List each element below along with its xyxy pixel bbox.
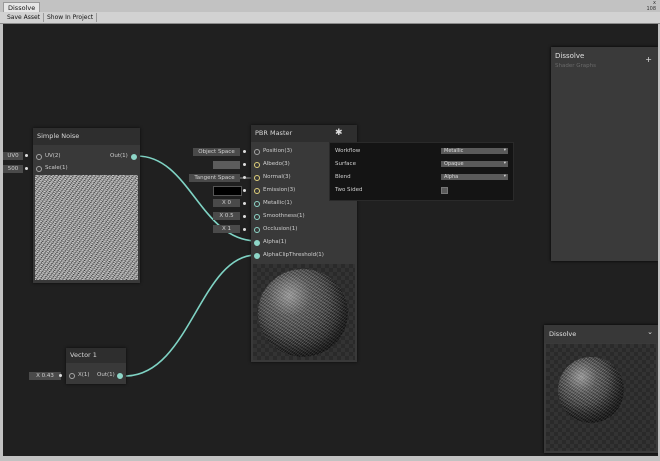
occlusion-port[interactable] xyxy=(254,227,260,233)
surface-dropdown[interactable]: Opaque ▾ xyxy=(441,161,508,167)
albedo-port[interactable] xyxy=(254,162,260,168)
metallic-port[interactable] xyxy=(254,201,260,207)
emission-connector-dot xyxy=(243,189,246,192)
normal-port[interactable] xyxy=(254,175,260,181)
occlusion-connector-dot xyxy=(243,228,246,231)
vector1-x-port[interactable] xyxy=(69,373,75,379)
uv-port-label: UV(2) xyxy=(45,153,61,159)
vector1-output-label: Out(1) xyxy=(97,372,115,378)
emission-color-field[interactable] xyxy=(213,186,242,196)
position-space-dropdown[interactable]: Object Space xyxy=(193,148,240,156)
main-preview-panel: Dissolve ⌄ xyxy=(544,325,658,453)
main-preview-header: Dissolve ⌄ xyxy=(544,325,658,343)
noise-output-label: Out(1) xyxy=(110,153,128,159)
workflow-label: Workflow xyxy=(335,148,361,154)
uv-port[interactable] xyxy=(36,154,42,160)
normal-connector-dot xyxy=(243,176,246,179)
smoothness-port[interactable] xyxy=(254,214,260,220)
simple-noise-title: Simple Noise xyxy=(33,128,140,145)
occlusion-label: Occlusion(1) xyxy=(263,226,298,232)
simple-noise-node[interactable]: Simple Noise UV(2) Scale(1) Out(1) xyxy=(33,128,140,283)
position-connector-dot xyxy=(243,150,246,153)
blackboard-subtitle: Shader Graphs xyxy=(555,63,596,69)
position-label: Position(3) xyxy=(263,148,293,154)
vector1-connector-dot xyxy=(59,374,62,377)
surface-chevron-icon: ▾ xyxy=(503,161,506,166)
vector1-output-port[interactable] xyxy=(117,373,123,379)
vector1-node[interactable]: Vector 1 X(1) Out(1) xyxy=(66,348,126,384)
blend-label: Blend xyxy=(335,174,351,180)
vector1-x-label: X(1) xyxy=(78,372,90,378)
emission-port[interactable] xyxy=(254,188,260,194)
alpha-clip-label: AlphaClipThreshold(1) xyxy=(263,252,324,258)
vector1-x-field[interactable]: X 0.43 xyxy=(29,372,61,380)
vector1-title: Vector 1 xyxy=(66,348,126,363)
main-preview-title: Dissolve xyxy=(549,330,577,338)
workflow-chevron-icon: ▾ xyxy=(503,148,506,153)
uv-value-field[interactable]: UV0 xyxy=(3,152,23,160)
uv-connector-dot xyxy=(25,154,28,157)
noise-preview xyxy=(35,175,138,280)
window-frame-left xyxy=(0,24,3,461)
wire-vector-to-clip xyxy=(124,254,257,377)
main-preview-viewport[interactable] xyxy=(546,344,656,451)
workflow-value: Metallic xyxy=(444,148,464,154)
metallic-label: Metallic(1) xyxy=(263,200,293,206)
surface-label: Surface xyxy=(335,161,356,167)
pbr-preview xyxy=(253,264,355,360)
master-settings-popup: Workflow Metallic ▾ Surface Opaque ▾ Ble… xyxy=(329,142,514,201)
smoothness-label: Smoothness(1) xyxy=(263,213,305,219)
position-port[interactable] xyxy=(254,149,260,155)
metallic-connector-dot xyxy=(243,202,246,205)
albedo-connector-dot xyxy=(243,163,246,166)
main-preview-sphere xyxy=(558,357,624,423)
scale-port-label: Scale(1) xyxy=(45,165,68,171)
noise-output-port[interactable] xyxy=(131,154,137,160)
workflow-dropdown[interactable]: Metallic ▾ xyxy=(441,148,508,154)
normal-space-dropdown[interactable]: Tangent Space xyxy=(189,174,240,182)
smoothness-field[interactable]: X 0.5 xyxy=(213,212,240,220)
blend-dropdown[interactable]: Alpha ▾ xyxy=(441,174,508,180)
blend-value: Alpha xyxy=(444,174,459,180)
metallic-field[interactable]: X 0 xyxy=(213,199,240,207)
two-sided-checkbox[interactable] xyxy=(441,187,448,194)
alpha-label: Alpha(1) xyxy=(263,239,287,245)
alpha-clip-port[interactable] xyxy=(254,253,260,259)
scale-port[interactable] xyxy=(36,166,42,172)
albedo-color-field[interactable] xyxy=(213,161,240,169)
emission-label: Emission(3) xyxy=(263,187,296,193)
occlusion-field[interactable]: X 1 xyxy=(213,225,240,233)
two-sided-label: Two Sided xyxy=(335,187,363,193)
albedo-label: Albedo(3) xyxy=(263,161,290,167)
blend-chevron-icon: ▾ xyxy=(503,174,506,179)
alpha-port[interactable] xyxy=(254,240,260,246)
scale-value-field[interactable]: 500 xyxy=(3,165,23,173)
add-property-button[interactable]: + xyxy=(645,55,652,64)
scale-connector-dot xyxy=(25,167,28,170)
preview-menu-chevron-icon[interactable]: ⌄ xyxy=(647,328,653,336)
pbr-preview-sphere xyxy=(258,269,348,357)
smoothness-connector-dot xyxy=(243,215,246,218)
surface-value: Opaque xyxy=(444,161,464,167)
settings-gear-icon[interactable]: ✱ xyxy=(335,128,343,138)
blackboard-panel: Dissolve Shader Graphs + xyxy=(551,47,658,261)
normal-label: Normal(3) xyxy=(263,174,291,180)
window-frame-bottom xyxy=(0,456,660,461)
blackboard-title: Dissolve xyxy=(555,52,585,60)
